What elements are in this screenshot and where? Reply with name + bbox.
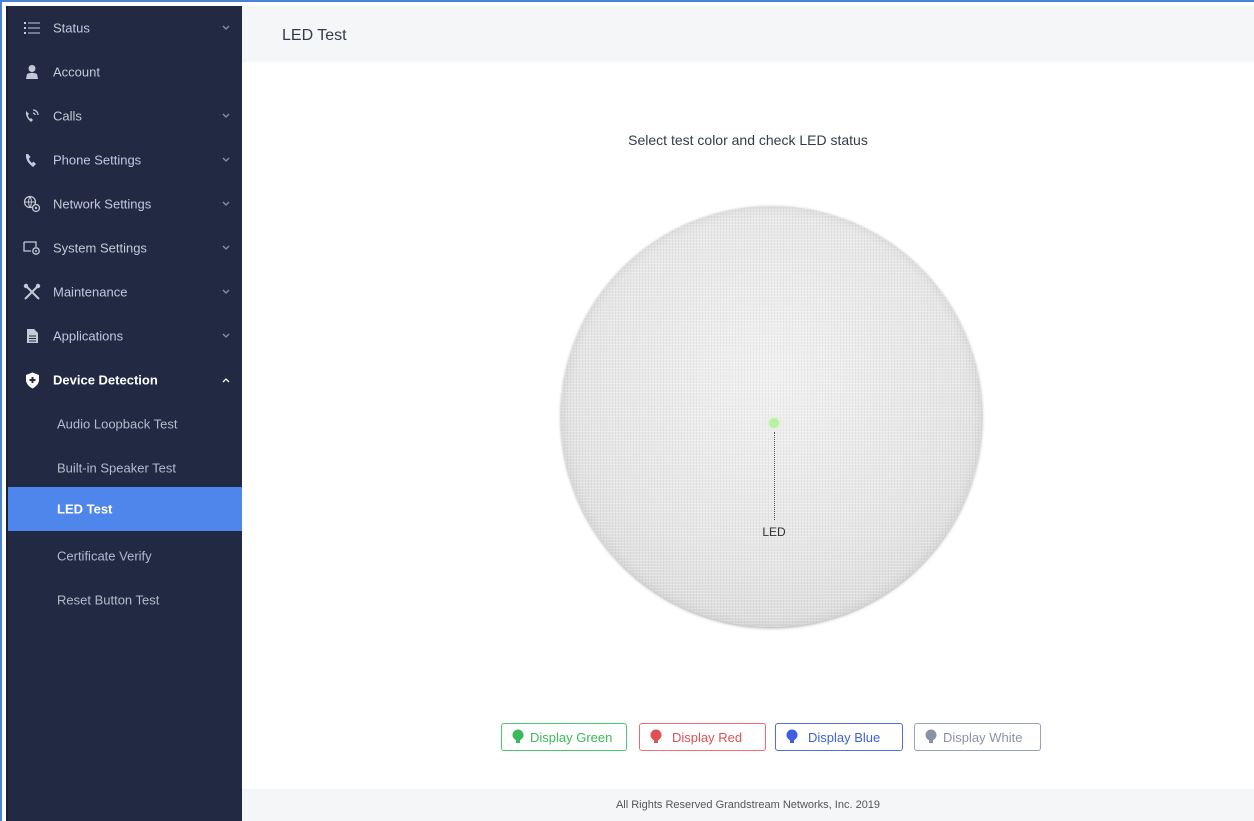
sidebar-item-label: System Settings — [53, 240, 147, 256]
chevron-down-icon — [221, 287, 231, 297]
page-title: LED Test — [282, 27, 347, 44]
sidebar-subitem-built-in-speaker-test[interactable]: Built-in Speaker Test — [8, 446, 244, 490]
bulb-blue-icon — [786, 729, 798, 743]
bulb-white-icon — [925, 729, 937, 743]
sidebar-item-system-settings[interactable]: System Settings — [8, 226, 244, 270]
shield-plus-icon — [22, 370, 42, 390]
button-label: Display White — [943, 729, 1023, 745]
sidebar-item-label: Account — [53, 64, 100, 80]
person-icon — [22, 62, 42, 82]
page-header: LED Test — [242, 6, 1254, 62]
sidebar: Status Account Calls Phone Settings Netw… — [6, 6, 244, 821]
document-icon — [22, 326, 42, 346]
monitor-gear-icon — [22, 238, 42, 258]
sidebar-item-label: Calls — [53, 108, 82, 124]
sidebar-subitem-label: Built-in Speaker Test — [57, 460, 176, 476]
sidebar-item-label: Applications — [53, 328, 124, 344]
sidebar-subitem-label: Certificate Verify — [57, 548, 152, 564]
sidebar-item-label: Network Settings — [53, 196, 152, 212]
sidebar-subitem-audio-loopback-test[interactable]: Audio Loopback Test — [8, 402, 244, 446]
sidebar-subitem-label: LED Test — [57, 501, 113, 517]
display-blue-button[interactable]: Display Blue — [775, 723, 903, 751]
chevron-down-icon — [221, 155, 231, 165]
display-white-button[interactable]: Display White — [914, 723, 1041, 751]
sidebar-item-applications[interactable]: Applications — [8, 314, 244, 358]
sidebar-subitem-led-test[interactable]: LED Test — [8, 487, 244, 531]
led-label: LED — [762, 525, 786, 539]
bulb-green-icon — [512, 729, 524, 743]
copyright-text: All Rights Reserved Grandstream Networks… — [615, 799, 881, 811]
button-label: Display Red — [672, 729, 743, 745]
chevron-down-icon — [221, 331, 231, 341]
phone-icon — [22, 150, 42, 170]
chevron-down-icon — [221, 111, 231, 121]
sidebar-item-label: Phone Settings — [53, 152, 142, 168]
sidebar-item-phone-settings[interactable]: Phone Settings — [8, 138, 244, 182]
sidebar-item-label: Maintenance — [53, 284, 128, 300]
sidebar-item-calls[interactable]: Calls — [8, 94, 244, 138]
phone-ringing-icon — [22, 106, 42, 126]
sidebar-item-status[interactable]: Status — [8, 6, 244, 50]
sidebar-item-device-detection[interactable]: Device Detection — [8, 358, 244, 402]
footer: All Rights Reserved Grandstream Networks… — [242, 789, 1254, 821]
chevron-down-icon — [221, 23, 231, 33]
sidebar-subitem-label: Audio Loopback Test — [57, 416, 178, 432]
chevron-down-icon — [221, 199, 231, 209]
display-red-button[interactable]: Display Red — [639, 723, 766, 751]
bulb-red-icon — [650, 729, 662, 743]
sidebar-item-network-settings[interactable]: Network Settings — [8, 182, 244, 226]
chevron-up-icon — [221, 375, 231, 385]
sidebar-subitem-certificate-verify[interactable]: Certificate Verify — [8, 534, 244, 578]
led-pointer-line — [774, 432, 775, 520]
display-green-button[interactable]: Display Green — [501, 723, 627, 751]
button-label: Display Blue — [808, 729, 881, 745]
list-icon — [22, 18, 42, 38]
device-image — [561, 206, 982, 627]
sidebar-item-label: Device Detection — [53, 372, 158, 388]
tools-icon — [22, 282, 42, 302]
led-indicator — [769, 418, 779, 428]
led-button-row: Display Green Display Red Display Blue D… — [242, 723, 1254, 751]
main-content: LED Test Select test color and check LED… — [242, 6, 1254, 821]
sidebar-subitem-label: Reset Button Test — [57, 592, 160, 608]
sidebar-item-maintenance[interactable]: Maintenance — [8, 270, 244, 314]
button-label: Display Green — [530, 729, 613, 745]
sidebar-item-account[interactable]: Account — [8, 50, 244, 94]
sidebar-item-label: Status — [53, 20, 90, 36]
globe-gear-icon — [22, 194, 42, 214]
instruction-text: Select test color and check LED status — [628, 132, 868, 148]
chevron-down-icon — [221, 243, 231, 253]
sidebar-subitem-reset-button-test[interactable]: Reset Button Test — [8, 578, 244, 622]
